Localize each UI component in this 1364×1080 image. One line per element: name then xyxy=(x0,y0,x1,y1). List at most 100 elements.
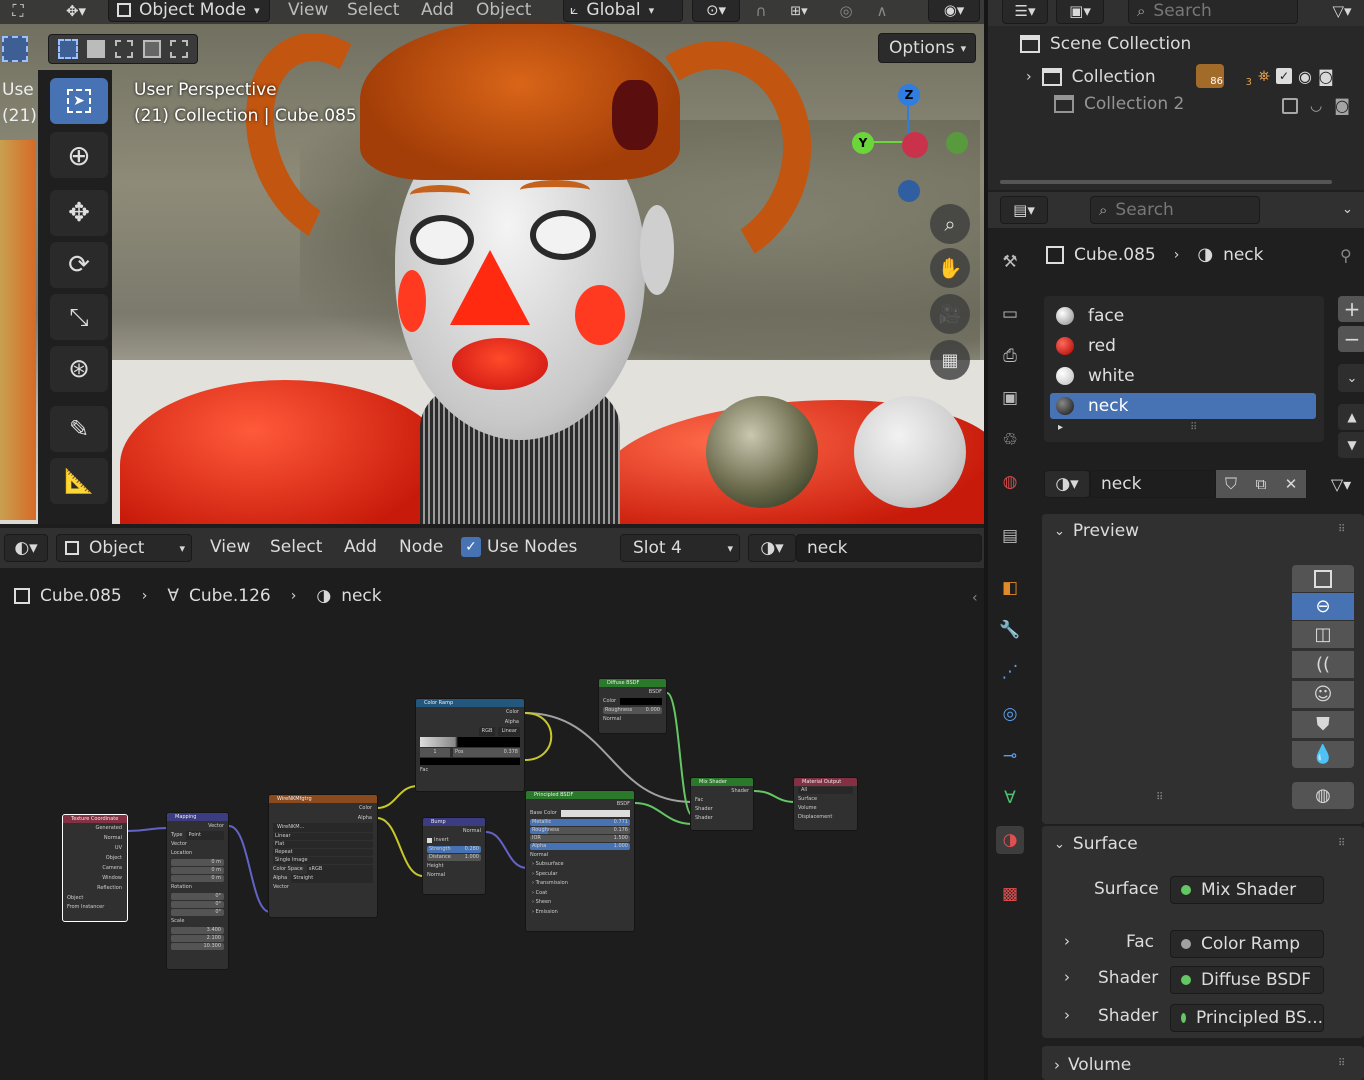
add-slot-button[interactable]: + xyxy=(1338,296,1364,322)
invert-checkbox[interactable] xyxy=(427,838,432,843)
tool-tab-icon[interactable]: ⚒ xyxy=(996,248,1024,276)
select-invert-icon[interactable] xyxy=(142,40,161,58)
zoom-icon[interactable]: ⌕ xyxy=(930,204,970,244)
editor-type-icon[interactable]: ⛶ xyxy=(0,0,36,22)
ramp-pos-field[interactable]: Pos 0.378 xyxy=(453,748,520,757)
object-tab-icon[interactable]: ◧ xyxy=(996,574,1024,602)
target-dropdown[interactable]: All xyxy=(798,787,853,794)
falloff-icon[interactable]: ∧ xyxy=(862,0,902,22)
type-value[interactable]: Point xyxy=(186,831,224,840)
gizmo-neg-z[interactable] xyxy=(898,180,920,202)
ramp-mode[interactable]: RGB xyxy=(478,727,496,736)
scale-z-field[interactable]: 10.300 xyxy=(171,943,224,950)
remove-slot-button[interactable]: − xyxy=(1338,326,1364,352)
material-slot-face[interactable]: face xyxy=(1050,303,1316,329)
roughness-field[interactable]: Roughness 0.000 xyxy=(603,707,662,714)
render-tab-icon[interactable]: ▭ xyxy=(996,300,1024,328)
base-color-swatch[interactable] xyxy=(560,810,630,817)
preview-hair-icon[interactable]: (( xyxy=(1292,651,1354,678)
preview-cube-icon[interactable]: ◫ xyxy=(1292,621,1354,648)
node-image-texture[interactable]: WireNKMfgtrg Color Alpha WireNKM... Line… xyxy=(268,794,378,918)
interpolation-dropdown[interactable]: Linear xyxy=(273,833,373,840)
node-material-output[interactable]: Material Output All Surface Volume Displ… xyxy=(793,777,858,831)
transform-pivot-icon[interactable]: ✥▾ xyxy=(56,0,96,22)
node-mix-shader[interactable]: Mix Shader Shader Fac Shader Shader xyxy=(690,777,754,831)
camera-render-icon[interactable]: ◙ xyxy=(1334,96,1350,115)
collection-tab-icon[interactable]: ▤ xyxy=(996,522,1024,550)
armature-filter-icon[interactable]: 3 xyxy=(1230,64,1252,88)
link-type-icon[interactable]: ▽▾ xyxy=(1318,470,1364,498)
colorspace-value[interactable]: sRGB xyxy=(306,865,373,874)
roughness-field[interactable]: Roughness 0.176 xyxy=(530,827,630,834)
node-menu-select[interactable]: Select xyxy=(270,537,322,557)
view-layer-tab-icon[interactable]: ▣ xyxy=(996,384,1024,412)
list-resize-handle[interactable]: ⠿ xyxy=(1190,422,1197,433)
surface-panel-header[interactable]: ⌄ Surface xyxy=(1054,834,1138,854)
duplicate-material-icon[interactable]: ⧉ xyxy=(1246,470,1276,498)
select-extend-icon[interactable] xyxy=(87,40,106,58)
cursor-tool-icon[interactable]: ⊕ xyxy=(50,132,108,178)
fake-user-shield-icon[interactable]: ⛉ xyxy=(1216,470,1246,498)
loc-z-field[interactable]: 0 m xyxy=(171,875,224,882)
snap-increment-icon[interactable]: ⊞▾ xyxy=(776,0,822,22)
outliner-search[interactable]: ⌕ Search xyxy=(1128,0,1298,24)
scene-tab-icon[interactable]: ♲ xyxy=(996,426,1024,454)
measure-tool-icon[interactable]: 📐 xyxy=(50,458,108,504)
editor-type-icon[interactable]: ☰▾ xyxy=(1002,0,1048,24)
material-slot-white[interactable]: white xyxy=(1050,363,1316,389)
node-menu-node[interactable]: Node xyxy=(399,537,443,557)
sidebar-toggle-icon[interactable]: ‹ xyxy=(972,590,978,606)
panel-coat[interactable]: › Coat xyxy=(532,889,634,899)
preview-sphere-icon[interactable]: ⊖ xyxy=(1292,593,1354,620)
scale-tool-icon[interactable]: ⤡ xyxy=(50,294,108,340)
viewport[interactable]: ⛶ ✥▾ Object Mode ▾ View Select Add Objec… xyxy=(0,0,984,524)
rotate-tool-icon[interactable]: ⟳ xyxy=(50,242,108,288)
preview-panel-header[interactable]: ⌄ Preview xyxy=(1054,521,1139,541)
select-tool-icon[interactable]: ➤ xyxy=(50,78,108,124)
particles-tab-icon[interactable]: ⋰ xyxy=(996,658,1024,686)
material-name-input[interactable]: neck xyxy=(1090,470,1216,498)
material-tab-icon[interactable]: ◑ xyxy=(996,826,1024,854)
scale-x-field[interactable]: 3.400 xyxy=(171,927,224,934)
node-principled-bsdf[interactable]: Principled BSDF BSDF Base Color Metallic… xyxy=(525,790,635,932)
panel-specular[interactable]: › Specular xyxy=(532,870,634,880)
node-menu-view[interactable]: View xyxy=(210,537,250,557)
preview-cloth-icon[interactable]: ⛊ xyxy=(1292,711,1354,738)
properties-search[interactable]: ⌕ Search xyxy=(1090,196,1260,224)
alpha-value[interactable]: Straight xyxy=(291,874,373,883)
input-row-fac[interactable]: › Fac Color Ramp xyxy=(1060,930,1326,958)
panel-sheen[interactable]: › Sheen xyxy=(532,898,634,908)
loc-y-field[interactable]: 0 m xyxy=(171,867,224,874)
image-name-field[interactable]: WireNKM... xyxy=(273,823,373,832)
menu-view[interactable]: View xyxy=(288,0,328,20)
select-new-icon[interactable] xyxy=(57,39,78,59)
gizmo-x-axis[interactable] xyxy=(902,132,928,158)
projection-dropdown[interactable]: Flat xyxy=(273,841,373,848)
use-nodes-checkbox[interactable]: ✓ xyxy=(461,537,481,557)
eye-icon[interactable]: ◉ xyxy=(1298,67,1312,86)
select-subtract-icon[interactable] xyxy=(114,40,133,58)
preview-flat-icon[interactable] xyxy=(1292,565,1354,592)
color-swatch[interactable] xyxy=(620,698,662,705)
node-menu-add[interactable]: Add xyxy=(344,537,377,557)
ior-field[interactable]: IOR 1.500 xyxy=(530,835,630,842)
menu-object[interactable]: Object xyxy=(476,0,531,20)
outliner-row-collection2[interactable]: Collection 2 xyxy=(1054,94,1184,114)
physics-tab-icon[interactable]: ◎ xyxy=(996,700,1024,728)
rot-z-field[interactable]: 0° xyxy=(171,909,224,916)
ramp-gradient[interactable] xyxy=(420,737,520,747)
menu-add[interactable]: Add xyxy=(421,0,454,20)
panel-emission[interactable]: › Emission xyxy=(532,908,634,918)
annotate-tool-icon[interactable]: ✎ xyxy=(50,406,108,452)
input-link-field[interactable]: Principled BS... xyxy=(1170,1004,1324,1032)
browse-material-icon[interactable]: ◑▾ xyxy=(1044,470,1090,498)
preview-resize-handle[interactable]: ⠿ xyxy=(1156,792,1163,803)
scale-y-field[interactable]: 2.100 xyxy=(171,935,224,942)
slot-dropdown[interactable]: Slot 4 ▾ xyxy=(620,534,740,562)
input-row-shader-2[interactable]: › Shader Principled BS... xyxy=(1060,1004,1326,1032)
node-texture-coordinate[interactable]: Texture Coordinate Generated Normal UV O… xyxy=(62,814,128,922)
volume-panel-header[interactable]: › Volume xyxy=(1054,1055,1131,1075)
eye-closed-icon[interactable]: ◡ xyxy=(1310,98,1322,114)
gizmo-neg-y[interactable] xyxy=(946,132,968,154)
perspective-grid-icon[interactable]: ▦ xyxy=(930,340,970,380)
